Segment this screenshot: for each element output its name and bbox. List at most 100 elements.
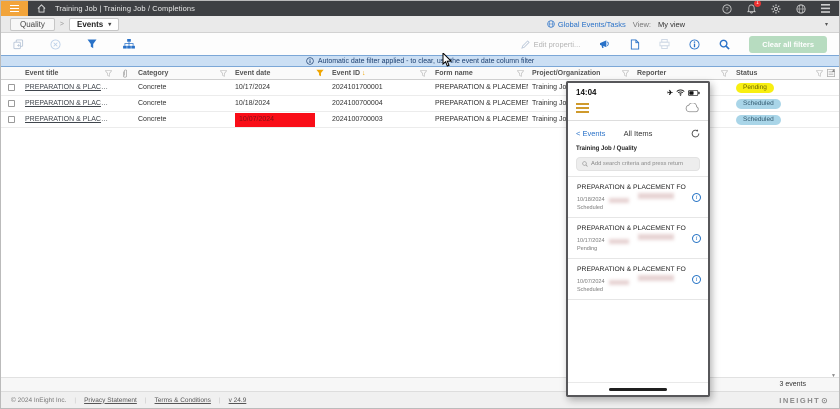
phone-search-input[interactable]: Add search criteria and press return <box>576 157 700 171</box>
vertical-scrollbar[interactable]: ▲ ▼ <box>829 68 838 379</box>
info-icon[interactable] <box>689 39 700 50</box>
phone-subtitle: Training Job / Quality <box>568 140 708 154</box>
cloud-sync-icon[interactable] <box>685 103 700 113</box>
redacted-text <box>638 234 674 240</box>
scroll-up-icon[interactable]: ▲ <box>831 68 836 74</box>
attachment-cell <box>116 112 134 127</box>
page-footer: © 2024 InEight Inc. | Privacy Statement … <box>1 391 839 408</box>
print-icon[interactable] <box>659 39 670 49</box>
table-row: PREPARATION & PLACEMENT FOR S... Concret… <box>1 112 839 128</box>
phone-menu-icon[interactable] <box>576 103 589 113</box>
settings-gear-icon[interactable] <box>771 4 781 14</box>
header-attachment[interactable] <box>116 67 134 79</box>
redacted-text <box>609 198 629 203</box>
filter-icon[interactable] <box>622 70 629 77</box>
row-checkbox[interactable] <box>8 116 15 123</box>
notifications-bell-icon[interactable]: 1 <box>747 4 756 14</box>
form-name-cell: PREPARATION & PLACEMENT FOR S... <box>431 112 528 127</box>
events-tab[interactable]: Events ▾ <box>69 18 119 31</box>
events-count: 3 events <box>780 381 806 388</box>
info-icon[interactable]: i <box>692 275 701 284</box>
filter-icon[interactable] <box>517 70 524 77</box>
terms-link[interactable]: Terms & Conditions <box>155 397 211 404</box>
filter-icon[interactable] <box>420 70 427 77</box>
filter-icon[interactable] <box>816 70 823 77</box>
megaphone-icon[interactable] <box>599 39 611 49</box>
topbar-actions: ? 1 <box>722 4 839 14</box>
event-title-link[interactable]: PREPARATION & PLACEMENT FOR S... <box>25 116 112 123</box>
clear-all-filters-button[interactable]: Clear all filters <box>749 36 827 53</box>
row-checkbox[interactable] <box>8 84 15 91</box>
home-indicator[interactable] <box>609 388 667 391</box>
filter-icon[interactable] <box>220 70 227 77</box>
events-tab-label: Events <box>77 20 103 29</box>
header-checkbox-cell <box>1 67 21 79</box>
privacy-link[interactable]: Privacy Statement <box>84 397 137 404</box>
ineight-logo: INEIGHT ⊙ <box>779 396 829 405</box>
attachment-cell <box>116 80 134 95</box>
info-icon[interactable]: i <box>692 234 701 243</box>
phone-status-bar: 14:04 ✈ <box>568 83 708 98</box>
header-project-organization[interactable]: Project/Organization <box>528 67 633 79</box>
globe-icon[interactable] <box>796 4 806 14</box>
event-title-link[interactable]: PREPARATION & PLACEMENT FOR S... <box>25 84 112 91</box>
banner-info-icon <box>306 57 314 65</box>
breadcrumb-separator: > <box>60 21 64 28</box>
copyright-text: © 2024 InEight Inc. <box>11 397 66 404</box>
event-date-cell: 10/18/2024 <box>231 96 328 111</box>
header-category[interactable]: Category <box>134 67 231 79</box>
phone-list-item[interactable]: PREPARATION & PLACEMENT FOR S... 10/17/2… <box>568 218 708 259</box>
event-title-link[interactable]: PREPARATION & PLACEMENT FOR S... <box>25 100 112 107</box>
form-name-cell: PREPARATION & PLACEMENT FOR S... <box>431 96 528 111</box>
airplane-mode-icon: ✈ <box>667 89 673 97</box>
hamburger-icon <box>10 5 19 12</box>
header-form-name[interactable]: Form name <box>431 67 528 79</box>
banner-text: Automatic date filter applied - to clear… <box>318 58 534 65</box>
hierarchy-icon[interactable] <box>123 39 135 49</box>
header-status[interactable]: Status <box>732 67 827 79</box>
home-icon[interactable] <box>37 4 46 13</box>
row-checkbox[interactable] <box>8 100 15 107</box>
edit-properties-button[interactable]: Edit properti... <box>521 40 581 49</box>
filter-icon[interactable] <box>105 70 112 77</box>
phone-item-title: PREPARATION & PLACEMENT FOR S... <box>577 266 686 273</box>
paperclip-icon <box>122 69 128 78</box>
phone-list-item[interactable]: PREPARATION & PLACEMENT FOR S... 10/18/2… <box>568 177 708 218</box>
sort-desc-icon[interactable]: ↓ <box>362 70 366 77</box>
phone-time: 14:04 <box>576 88 596 97</box>
app-grid-icon[interactable] <box>821 4 830 13</box>
events-count-bar: 3 events <box>1 377 839 391</box>
auto-filter-banner: Automatic date filter applied - to clear… <box>1 55 839 67</box>
help-icon[interactable]: ? <box>722 4 732 14</box>
header-reporter[interactable]: Reporter <box>633 67 732 79</box>
phone-back-link[interactable]: < Events <box>576 129 605 138</box>
info-icon[interactable]: i <box>692 193 701 202</box>
event-date-cell: 10/17/2024 <box>231 80 328 95</box>
header-event-id[interactable]: Event ID ↓ <box>328 67 431 79</box>
export-document-icon[interactable] <box>630 39 640 50</box>
active-filter-icon[interactable] <box>316 69 324 77</box>
refresh-icon[interactable] <box>691 129 700 138</box>
filter-icon[interactable] <box>721 70 728 77</box>
table-header: Event title Category Event date Event ID… <box>1 67 839 80</box>
view-select[interactable]: My view ▾ <box>658 20 830 29</box>
toolbar: Edit properti... Clear all filters <box>1 33 839 55</box>
app-window: Training Job | Training Job / Completion… <box>0 0 840 409</box>
svg-text:?: ? <box>725 7 729 13</box>
duplicate-icon[interactable] <box>13 39 24 50</box>
top-bar: Training Job | Training Job / Completion… <box>1 1 839 16</box>
phone-list-item[interactable]: PREPARATION & PLACEMENT FOR S... 10/07/2… <box>568 259 708 300</box>
filter-funnel-icon[interactable] <box>87 39 97 49</box>
cancel-circle-icon[interactable] <box>50 39 61 50</box>
header-event-date[interactable]: Event date <box>231 67 328 79</box>
phone-item-status: Scheduled <box>577 205 686 211</box>
breadcrumb-quality[interactable]: Quality <box>10 18 55 31</box>
main-menu-button[interactable] <box>1 1 28 16</box>
wifi-icon <box>676 89 685 96</box>
notification-badge: 1 <box>754 0 761 7</box>
version-link[interactable]: v 24.9 <box>229 397 247 404</box>
category-cell: Concrete <box>134 96 231 111</box>
header-event-title[interactable]: Event title <box>21 67 116 79</box>
global-events-tasks-link[interactable]: Global Events/Tasks <box>547 20 626 29</box>
search-icon[interactable] <box>719 39 730 50</box>
